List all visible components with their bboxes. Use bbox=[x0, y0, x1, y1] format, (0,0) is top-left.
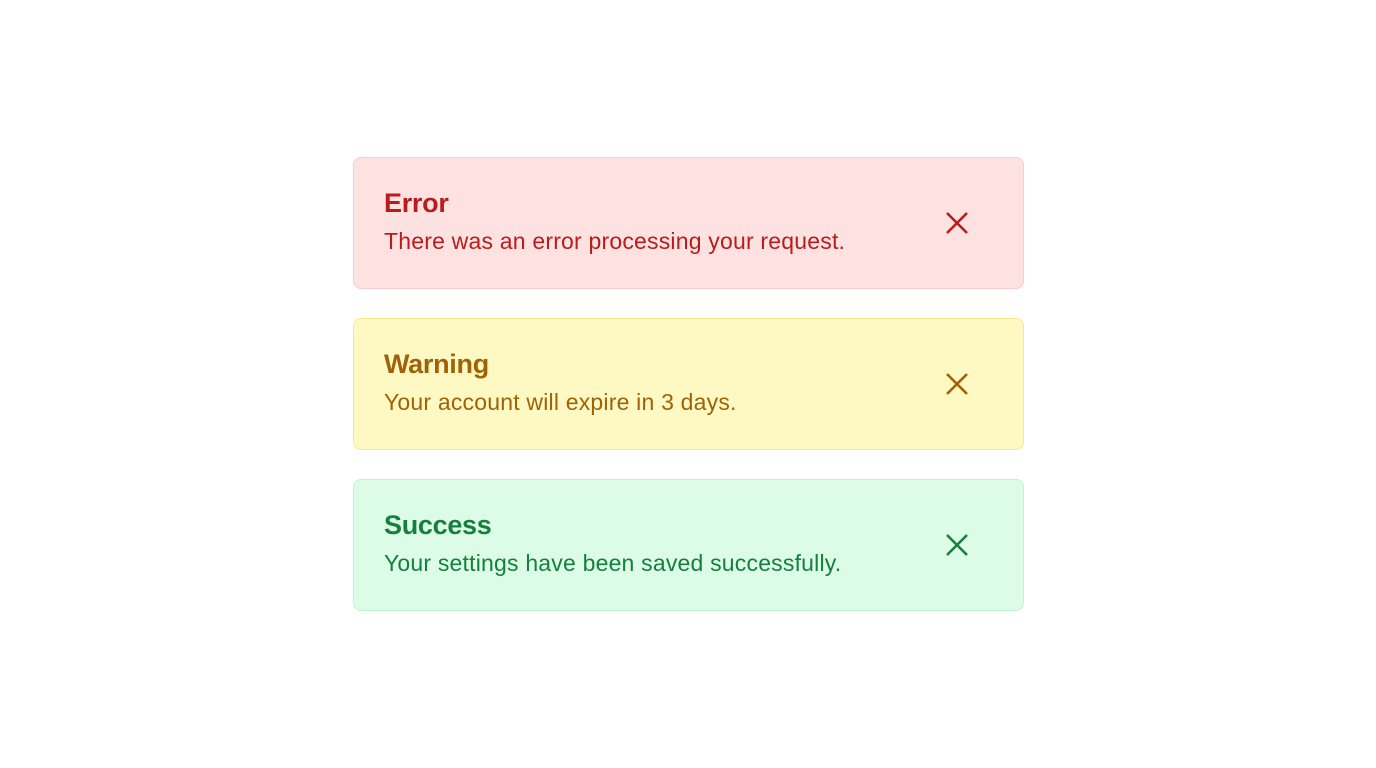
dismiss-warning-button[interactable] bbox=[937, 364, 977, 404]
error-alert: Error There was an error processing your… bbox=[353, 157, 1024, 289]
alert-content: Error There was an error processing your… bbox=[384, 186, 923, 256]
dismiss-success-button[interactable] bbox=[937, 525, 977, 565]
alert-message: Your settings have been saved successful… bbox=[384, 550, 842, 576]
close-icon bbox=[946, 373, 968, 395]
alert-title: Success bbox=[384, 510, 492, 540]
close-icon bbox=[946, 212, 968, 234]
alert-stack: Error There was an error processing your… bbox=[353, 157, 1024, 640]
warning-alert: Warning Your account will expire in 3 da… bbox=[353, 318, 1024, 450]
alert-title: Error bbox=[384, 188, 449, 218]
alert-message: Your account will expire in 3 days. bbox=[384, 389, 737, 415]
close-icon bbox=[946, 534, 968, 556]
alert-content: Warning Your account will expire in 3 da… bbox=[384, 347, 923, 417]
dismiss-error-button[interactable] bbox=[937, 203, 977, 243]
alert-content: Success Your settings have been saved su… bbox=[384, 508, 923, 578]
alert-message: There was an error processing your reque… bbox=[384, 228, 846, 254]
success-alert: Success Your settings have been saved su… bbox=[353, 479, 1024, 611]
alert-title: Warning bbox=[384, 349, 489, 379]
